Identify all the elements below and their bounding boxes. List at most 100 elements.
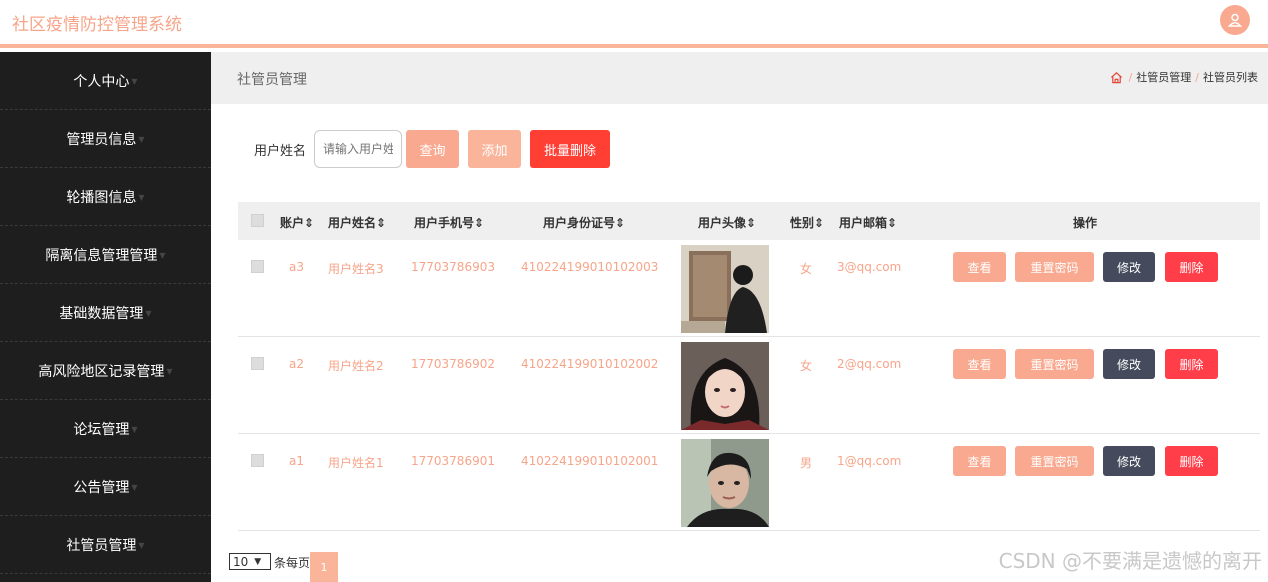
breadcrumb: / 社管员管理 / 社管员列表 <box>1110 69 1258 85</box>
cell-email: 3@qq.com <box>837 260 902 274</box>
table-row: a2 用户姓名2 17703786902 410224199010102002 … <box>238 337 1260 434</box>
cell-id-card: 410224199010102003 <box>521 260 659 274</box>
delete-button[interactable]: 删除 <box>1165 349 1218 379</box>
cell-gender: 男 <box>800 456 813 470</box>
row-checkbox[interactable] <box>251 260 264 273</box>
reset-password-button[interactable]: 重置密码 <box>1015 446 1094 476</box>
page-size-select[interactable]: 10 ▼ <box>229 553 271 570</box>
chevron-down-icon: ▼ <box>254 556 262 567</box>
page-number-current[interactable]: 1 <box>310 552 339 582</box>
query-button[interactable]: 查询 <box>406 130 460 168</box>
sidebar-item-label: 论坛管理 <box>73 421 130 438</box>
table-row: a1 用户姓名1 17703786901 410224199010102001 … <box>238 434 1260 531</box>
sidebar-item-label: 基础数据管理 <box>59 305 144 322</box>
column-header-avatar[interactable]: 用户头像⇕ <box>698 214 756 231</box>
cell-phone: 17703786902 <box>411 357 495 371</box>
caret-down-icon: ▼ <box>145 309 152 318</box>
avatar-photo <box>681 439 769 527</box>
sort-icon: ⇕ <box>746 216 757 230</box>
reset-password-button[interactable]: 重置密码 <box>1015 252 1094 282</box>
edit-button[interactable]: 修改 <box>1103 252 1155 282</box>
sidebar-item-label: 个人中心 <box>73 73 130 90</box>
sidebar-item-forum[interactable]: 论坛管理 ▼ <box>0 400 211 458</box>
sidebar-item-label: 高风险地区记录管理 <box>38 363 165 380</box>
caret-down-icon: ▼ <box>159 251 166 260</box>
batch-delete-button[interactable]: 批量删除 <box>530 130 611 168</box>
search-input[interactable] <box>314 130 403 168</box>
add-button[interactable]: 添加 <box>468 130 522 168</box>
sidebar-item-notice[interactable]: 公告管理 ▼ <box>0 458 211 516</box>
app-title: 社区疫情防控管理系统 <box>12 15 182 35</box>
avatar-photo <box>681 245 769 333</box>
column-header-gender[interactable]: 性别⇕ <box>790 214 824 231</box>
cell-phone: 17703786903 <box>411 260 495 274</box>
sort-icon: ⇕ <box>615 216 626 230</box>
delete-button[interactable]: 删除 <box>1165 252 1218 282</box>
user-icon <box>1227 13 1243 27</box>
pagination: 10 ▼ 条每页 1 <box>229 552 339 582</box>
sidebar-item-label: 公告管理 <box>73 479 130 496</box>
breadcrumb-separator: / <box>1128 70 1133 84</box>
sort-icon: ⇕ <box>304 216 315 230</box>
user-avatar[interactable] <box>1220 5 1250 35</box>
caret-down-icon: ▼ <box>138 541 145 550</box>
sidebar-item-admin-info[interactable]: 管理员信息 ▼ <box>0 110 211 168</box>
table-header: 账户⇕ 用户姓名⇕ 用户手机号⇕ 用户身份证号⇕ 用户头像⇕ 性别⇕ 用户邮箱⇕… <box>238 202 1260 240</box>
search-label: 用户姓名 <box>254 143 307 159</box>
main-content: 社管员管理 / 社管员管理 / 社管员列表 用户姓名 查询 添加 批量删除 账户… <box>211 52 1268 582</box>
sidebar-item-label: 管理员信息 <box>66 131 137 148</box>
page-header: 社管员管理 / 社管员管理 / 社管员列表 <box>211 52 1268 104</box>
view-button[interactable]: 查看 <box>953 252 1006 282</box>
sidebar-item-carousel[interactable]: 轮播图信息 ▼ <box>0 168 211 226</box>
column-header-account[interactable]: 账户⇕ <box>280 214 314 231</box>
caret-down-icon: ▼ <box>131 77 138 86</box>
cell-account: a1 <box>289 454 304 468</box>
sidebar-item-base-data[interactable]: 基础数据管理 ▼ <box>0 284 211 342</box>
breadcrumb-item: 社管员列表 <box>1203 71 1258 84</box>
caret-down-icon: ▼ <box>131 483 138 492</box>
column-header-email[interactable]: 用户邮箱⇕ <box>839 214 897 231</box>
sidebar-item-personal-center[interactable]: 个人中心 ▼ <box>0 52 211 110</box>
cell-name: 用户姓名1 <box>328 456 384 470</box>
cell-gender: 女 <box>800 359 813 373</box>
sidebar-item-label: 隔离信息管理管理 <box>45 247 158 264</box>
select-all-checkbox[interactable] <box>251 214 264 227</box>
avatar-photo <box>681 342 769 430</box>
delete-button[interactable]: 删除 <box>1165 446 1218 476</box>
sort-icon: ⇕ <box>474 216 485 230</box>
column-header-name[interactable]: 用户姓名⇕ <box>328 214 386 231</box>
cell-id-card: 410224199010102001 <box>521 454 659 468</box>
view-button[interactable]: 查看 <box>953 446 1006 476</box>
caret-down-icon: ▼ <box>166 367 173 376</box>
sort-icon: ⇕ <box>887 216 898 230</box>
column-header-actions: 操作 <box>1073 216 1098 230</box>
sort-icon: ⇕ <box>376 216 387 230</box>
cell-name: 用户姓名2 <box>328 359 384 373</box>
view-button[interactable]: 查看 <box>953 349 1006 379</box>
edit-button[interactable]: 修改 <box>1103 349 1155 379</box>
row-checkbox[interactable] <box>251 454 264 467</box>
column-header-id-card[interactable]: 用户身份证号⇕ <box>543 214 625 231</box>
home-icon[interactable] <box>1110 71 1123 84</box>
caret-down-icon: ▼ <box>131 425 138 434</box>
table-row: a3 用户姓名3 17703786903 410224199010102003 … <box>238 240 1260 337</box>
cell-account: a3 <box>289 260 304 274</box>
cell-gender: 女 <box>800 262 813 276</box>
cell-account: a2 <box>289 357 304 371</box>
caret-down-icon: ▼ <box>138 193 145 202</box>
page-size-label: 条每页 <box>274 556 311 570</box>
sidebar-item-label: 轮播图信息 <box>66 189 137 206</box>
cell-name: 用户姓名3 <box>328 262 384 276</box>
sidebar-item-high-risk[interactable]: 高风险地区记录管理 ▼ <box>0 342 211 400</box>
edit-button[interactable]: 修改 <box>1103 446 1155 476</box>
row-checkbox[interactable] <box>251 357 264 370</box>
column-header-phone[interactable]: 用户手机号⇕ <box>414 214 484 231</box>
sidebar-item-community-staff[interactable]: 社管员管理 ▼ <box>0 516 211 574</box>
reset-password-button[interactable]: 重置密码 <box>1015 349 1094 379</box>
breadcrumb-item[interactable]: 社管员管理 <box>1136 69 1191 85</box>
sidebar-item-isolation[interactable]: 隔离信息管理管理 ▼ <box>0 226 211 284</box>
data-table: 账户⇕ 用户姓名⇕ 用户手机号⇕ 用户身份证号⇕ 用户头像⇕ 性别⇕ 用户邮箱⇕… <box>238 202 1260 531</box>
sort-icon: ⇕ <box>814 216 825 230</box>
cell-email: 1@qq.com <box>837 454 902 468</box>
cell-email: 2@qq.com <box>837 357 902 371</box>
